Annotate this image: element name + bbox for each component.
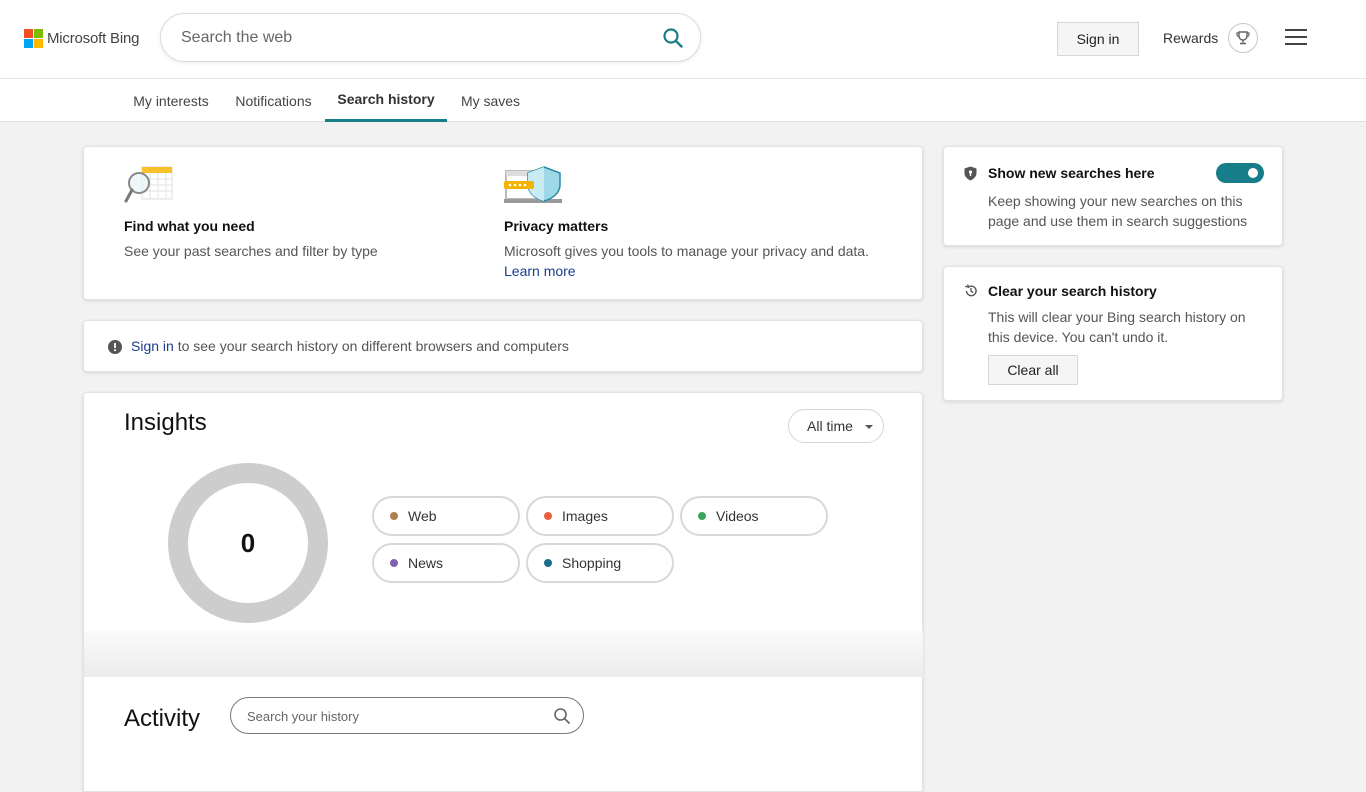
- time-range-dropdown[interactable]: All time: [788, 409, 884, 443]
- activity-title: Activity: [124, 705, 201, 732]
- tab-my-interests[interactable]: My interests: [120, 79, 222, 122]
- tab-search-history[interactable]: Search history: [325, 79, 447, 122]
- time-range-value: All time: [807, 418, 853, 434]
- caret-down-icon: [865, 425, 873, 429]
- filter-shopping[interactable]: Shopping: [526, 543, 674, 583]
- videos-color-dot: [698, 512, 706, 520]
- search-icon[interactable]: [662, 27, 684, 49]
- history-search-input[interactable]: [247, 706, 547, 726]
- filter-videos[interactable]: Videos: [680, 496, 828, 536]
- privacy-title: Privacy matters: [504, 218, 609, 234]
- tab-my-saves[interactable]: My saves: [447, 79, 534, 122]
- bing-logo[interactable]: Microsoft Bing: [24, 28, 139, 48]
- profile-tabs: My interests Notifications Search histor…: [0, 79, 1366, 122]
- tab-notifications[interactable]: Notifications: [222, 79, 325, 122]
- show-new-searches-card: Show new searches here Keep showing your…: [943, 146, 1283, 246]
- search-count-donut: 0: [168, 463, 328, 623]
- intro-card: Find what you need See your past searche…: [83, 146, 923, 300]
- privacy-shield-icon: [504, 166, 562, 203]
- web-search-box: [160, 13, 701, 62]
- filter-images-label: Images: [562, 508, 608, 524]
- images-color-dot: [544, 512, 552, 520]
- filter-web[interactable]: Web: [372, 496, 520, 536]
- insights-divider: [84, 631, 923, 677]
- filter-videos-label: Videos: [716, 508, 759, 524]
- filter-news[interactable]: News: [372, 543, 520, 583]
- shopping-color-dot: [544, 559, 552, 567]
- show-new-searches-text: Keep showing your new searches on this p…: [988, 193, 1248, 229]
- history-search-box: [230, 697, 584, 734]
- sign-in-button[interactable]: Sign in: [1057, 22, 1139, 56]
- sign-in-notice-text: Sign in to see your search history on di…: [131, 336, 569, 356]
- learn-more-link[interactable]: Learn more: [504, 261, 576, 281]
- filter-shopping-label: Shopping: [562, 555, 622, 571]
- history-icon: [965, 284, 977, 297]
- search-count-total: 0: [240, 527, 256, 558]
- clear-history-title: Clear your search history: [988, 283, 1157, 299]
- microsoft-logo-icon: [24, 28, 43, 48]
- rewards-label: Rewards: [1163, 30, 1219, 46]
- show-new-searches-toggle[interactable]: [1216, 163, 1264, 183]
- news-color-dot: [390, 559, 398, 567]
- find-title: Find what you need: [124, 218, 255, 234]
- trophy-icon: [1228, 23, 1259, 53]
- rewards-button[interactable]: Rewards: [1163, 23, 1259, 53]
- top-header: Microsoft Bing Sign in Rewards: [0, 0, 1366, 79]
- insights-card: Insights All time 0 Web Images Videos Ne…: [83, 392, 923, 792]
- filter-images[interactable]: Images: [526, 496, 674, 536]
- search-icon[interactable]: [553, 707, 571, 725]
- toggle-knob: [1248, 168, 1258, 178]
- show-new-searches-title: Show new searches here: [988, 165, 1155, 181]
- clear-history-card: Clear your search history This will clea…: [943, 266, 1283, 401]
- sign-in-link[interactable]: Sign in: [131, 338, 174, 354]
- filter-web-label: Web: [408, 508, 437, 524]
- clear-history-text: This will clear your Bing search history…: [988, 309, 1246, 345]
- filter-news-label: News: [408, 555, 444, 571]
- privacy-text: Microsoft gives you tools to manage your…: [504, 243, 869, 259]
- sign-in-notice-message: to see your search history on different …: [173, 338, 569, 354]
- find-text: See your past searches and filter by typ…: [124, 243, 378, 259]
- web-color-dot: [390, 512, 398, 520]
- logo-text: Microsoft Bing: [47, 29, 140, 47]
- shield-icon: [964, 166, 977, 181]
- info-alert-icon: [108, 340, 122, 354]
- insights-title: Insights: [124, 409, 207, 436]
- clear-all-button[interactable]: Clear all: [988, 355, 1078, 385]
- sign-in-notice: Sign in to see your search history on di…: [83, 320, 923, 372]
- magnifier-calendar-icon: [124, 166, 173, 203]
- hamburger-menu-icon[interactable]: [1285, 29, 1307, 47]
- web-search-input[interactable]: [181, 26, 641, 50]
